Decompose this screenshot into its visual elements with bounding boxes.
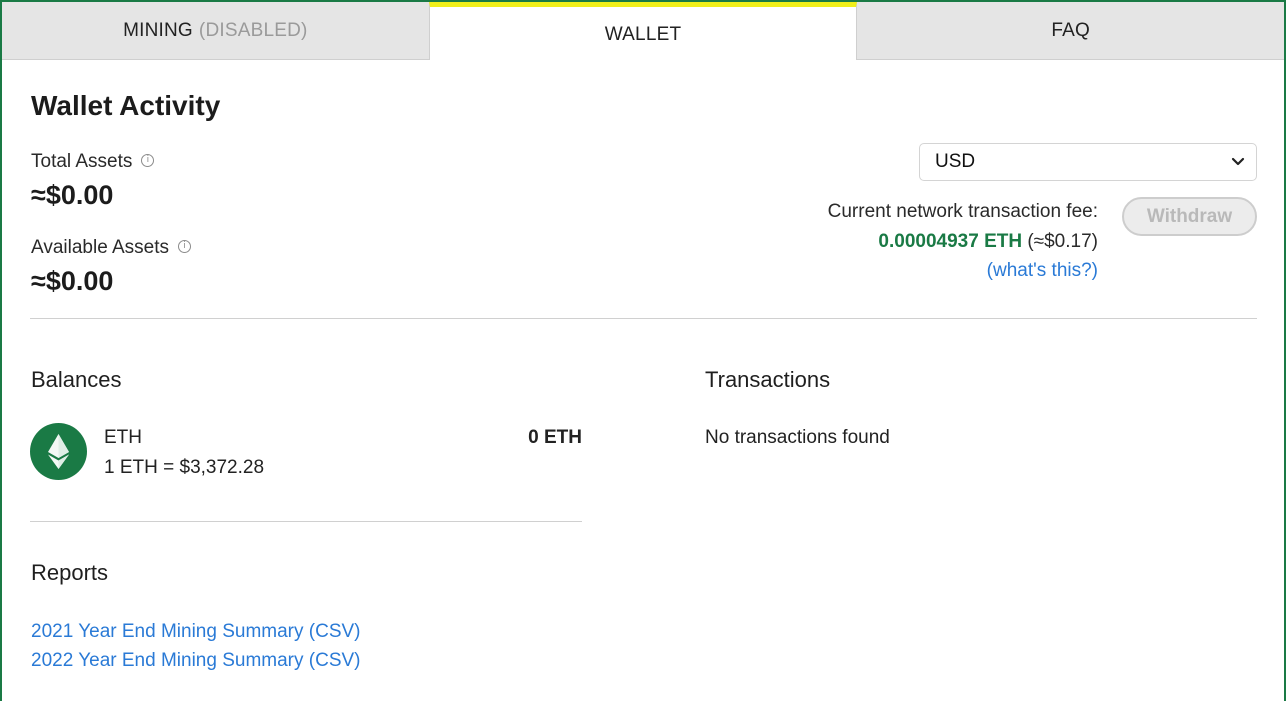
fee-help-link[interactable]: (what's this?) (987, 260, 1098, 282)
fee-usd: (≈$0.17) (1027, 231, 1098, 252)
balance-asset-rate: 1 ETH = $3,372.28 (104, 457, 265, 478)
page-title: Wallet Activity (31, 90, 221, 121)
chevron-down-icon (1231, 144, 1245, 193)
fee-label: Current network transaction fee: (827, 201, 1098, 222)
tab-mining-label: MINING (123, 19, 193, 41)
tab-mining-status: (DISABLED) (198, 19, 308, 41)
total-assets-value: ≈$0.00 (31, 180, 114, 210)
tab-faq[interactable]: FAQ (857, 2, 1285, 60)
balance-asset-name: ETH (104, 427, 142, 448)
tab-mining[interactable]: MINING (DISABLED) (2, 2, 429, 60)
tab-wallet[interactable]: WALLET (428, 2, 858, 60)
balances-title: Balances (31, 367, 122, 392)
divider (30, 521, 582, 522)
report-link-2021[interactable]: 2021 Year End Mining Summary (CSV) (31, 621, 361, 643)
tab-wallet-label: WALLET (604, 23, 682, 45)
info-icon[interactable]: i (178, 240, 192, 253)
total-assets-label-row: Total Assets i (31, 151, 155, 173)
ethereum-icon (30, 423, 87, 480)
report-link-2022[interactable]: 2022 Year End Mining Summary (CSV) (31, 650, 361, 672)
balance-asset-amount: 0 ETH (528, 427, 582, 448)
transactions-title: Transactions (705, 367, 831, 392)
divider (30, 318, 1257, 319)
total-assets-label: Total Assets (31, 151, 133, 172)
transactions-empty-text: No transactions found (705, 427, 890, 448)
currency-select-value: USD (935, 151, 976, 172)
reports-title: Reports (31, 560, 109, 585)
available-assets-label: Available Assets (31, 237, 170, 258)
tab-bar: MINING (DISABLED) WALLET FAQ (2, 2, 1285, 60)
fee-eth: 0.00004937 ETH (878, 231, 1023, 252)
available-assets-label-row: Available Assets i (31, 237, 192, 259)
info-icon[interactable]: i (141, 154, 155, 167)
tab-faq-label: FAQ (1051, 19, 1090, 41)
withdraw-button[interactable]: Withdraw (1122, 197, 1257, 236)
fee-value: 0.00004937 ETH (≈$0.17) (878, 231, 1098, 253)
currency-select[interactable]: USD (919, 143, 1257, 181)
available-assets-value: ≈$0.00 (31, 266, 114, 296)
